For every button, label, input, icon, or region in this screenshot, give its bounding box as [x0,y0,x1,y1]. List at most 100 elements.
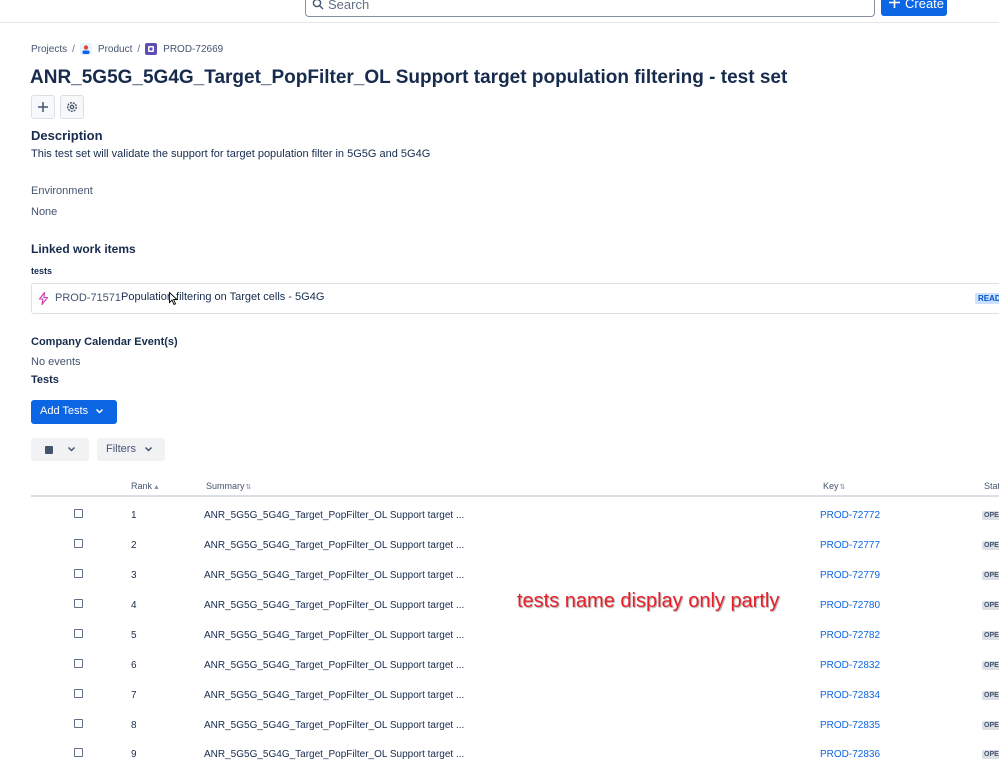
status-badge[interactable]: OPE [982,721,999,730]
breadcrumb: Projects / Product / PROD-72669 [31,43,223,55]
breadcrumb-issue-key[interactable]: PROD-72669 [163,44,223,55]
top-navigation-bar: Search Create [0,0,999,23]
row-key-link[interactable]: PROD-72834 [820,690,880,701]
row-rank: 3 [131,570,137,581]
sort-icon: ⇅ [839,484,846,491]
sort-icon: ▲ [153,484,160,491]
breadcrumb-separator: / [137,43,141,55]
breadcrumb-product[interactable]: Product [98,44,132,55]
linked-item-summary[interactable]: Population filtering on Target cells - 5… [121,291,324,303]
row-key-link[interactable]: PROD-72779 [820,570,880,581]
row-rank: 8 [131,720,137,731]
calendar-events-value: No events [31,356,81,368]
row-summary[interactable]: ANR_5G5G_5G4G_Target_PopFilter_OL Suppor… [204,600,464,611]
link-relation-label: tests [31,266,53,276]
description-heading: Description [31,128,103,143]
breadcrumb-projects[interactable]: Projects [31,44,67,55]
row-rank: 5 [131,630,137,641]
add-tests-button[interactable]: Add Tests [31,400,117,424]
add-tests-label: Add Tests [40,405,89,417]
view-selector-button[interactable] [31,438,89,461]
row-summary[interactable]: ANR_5G5G_5G4G_Target_PopFilter_OL Suppor… [204,630,464,641]
filters-button[interactable]: Filters [97,438,165,461]
row-checkbox[interactable] [74,719,83,728]
calendar-events-heading: Company Calendar Event(s) [31,336,178,348]
status-badge[interactable]: OPE [982,511,999,520]
settings-icon [66,101,78,113]
table-row[interactable]: 7 ANR_5G5G_5G4G_Target_PopFilter_OL Supp… [31,685,999,715]
linked-work-items-heading: Linked work items [31,242,136,256]
row-checkbox[interactable] [74,629,83,638]
status-badge[interactable]: OPE [982,750,999,759]
row-summary[interactable]: ANR_5G5G_5G4G_Target_PopFilter_OL Suppor… [204,660,464,671]
table-row[interactable]: 4 ANR_5G5G_5G4G_Target_PopFilter_OL Supp… [31,595,999,625]
table-row[interactable]: 9 ANR_5G5G_5G4G_Target_PopFilter_OL Supp… [31,744,999,765]
row-rank: 1 [131,510,137,521]
status-badge[interactable]: READ [975,293,999,304]
row-rank: 4 [131,600,137,611]
table-row[interactable]: 2 ANR_5G5G_5G4G_Target_PopFilter_OL Supp… [31,535,999,565]
create-button[interactable]: Create [881,0,947,16]
chevron-down-icon [67,446,76,452]
search-placeholder: Search [328,0,370,12]
plus-icon [38,102,48,112]
row-summary[interactable]: ANR_5G5G_5G4G_Target_PopFilter_OL Suppor… [204,749,464,760]
row-checkbox[interactable] [74,599,83,608]
table-row[interactable]: 5 ANR_5G5G_5G4G_Target_PopFilter_OL Supp… [31,625,999,655]
chevron-down-icon [144,446,153,452]
sort-icon: ⇅ [245,484,252,491]
row-rank: 7 [131,690,137,701]
search-input[interactable]: Search [305,0,875,17]
row-checkbox[interactable] [74,659,83,668]
table-row[interactable]: 6 ANR_5G5G_5G4G_Target_PopFilter_OL Supp… [31,655,999,685]
column-header-rank[interactable]: Rank▲ [131,481,160,491]
square-icon [45,446,53,454]
annotation-text: tests name display only partly [517,590,780,612]
row-summary[interactable]: ANR_5G5G_5G4G_Target_PopFilter_OL Suppor… [204,540,464,551]
linked-item-key[interactable]: PROD-71571 [55,292,121,304]
column-header-summary[interactable]: Summary⇅ [206,481,251,491]
row-checkbox[interactable] [74,689,83,698]
row-checkbox[interactable] [74,539,83,548]
row-checkbox[interactable] [74,509,83,518]
page-title: ANR_5G5G_5G4G_Target_PopFilter_OL Suppor… [30,67,788,88]
add-button[interactable] [31,95,55,119]
row-checkbox[interactable] [74,748,83,757]
status-badge[interactable]: OPE [982,541,999,550]
status-badge[interactable]: OPE [982,631,999,640]
row-checkbox[interactable] [74,569,83,578]
environment-heading: Environment [31,185,93,197]
row-key-link[interactable]: PROD-72777 [820,540,880,551]
description-text: This test set will validate the support … [31,148,431,160]
row-key-link[interactable]: PROD-72835 [820,720,880,731]
row-rank: 9 [131,749,137,760]
project-avatar-icon [79,43,92,55]
row-key-link[interactable]: PROD-72780 [820,600,880,611]
table-row[interactable]: 8 ANR_5G5G_5G4G_Target_PopFilter_OL Supp… [31,715,999,745]
row-rank: 6 [131,660,137,671]
column-header-status[interactable]: Stat [984,481,999,491]
status-badge[interactable]: OPE [982,571,999,580]
chevron-down-icon [95,408,104,414]
test-set-issue-icon [145,43,158,55]
table-row[interactable]: 1 ANR_5G5G_5G4G_Target_PopFilter_OL Supp… [31,505,999,535]
row-key-link[interactable]: PROD-72832 [820,660,880,671]
row-summary[interactable]: ANR_5G5G_5G4G_Target_PopFilter_OL Suppor… [204,690,464,701]
environment-value[interactable]: None [31,206,57,218]
table-row[interactable]: 3 ANR_5G5G_5G4G_Target_PopFilter_OL Supp… [31,565,999,595]
tests-heading: Tests [31,374,59,386]
row-summary[interactable]: ANR_5G5G_5G4G_Target_PopFilter_OL Suppor… [204,720,464,731]
row-key-link[interactable]: PROD-72782 [820,630,880,641]
column-header-key[interactable]: Key⇅ [823,481,845,491]
status-badge[interactable]: OPE [982,691,999,700]
row-summary[interactable]: ANR_5G5G_5G4G_Target_PopFilter_OL Suppor… [204,570,464,581]
search-icon [312,0,324,10]
plus-icon [889,0,900,8]
row-summary[interactable]: ANR_5G5G_5G4G_Target_PopFilter_OL Suppor… [204,510,464,521]
mouse-cursor-icon [169,292,178,305]
status-badge[interactable]: OPE [982,601,999,610]
row-key-link[interactable]: PROD-72836 [820,749,880,760]
row-key-link[interactable]: PROD-72772 [820,510,880,521]
status-badge[interactable]: OPE [982,661,999,670]
apps-button[interactable] [60,95,84,119]
